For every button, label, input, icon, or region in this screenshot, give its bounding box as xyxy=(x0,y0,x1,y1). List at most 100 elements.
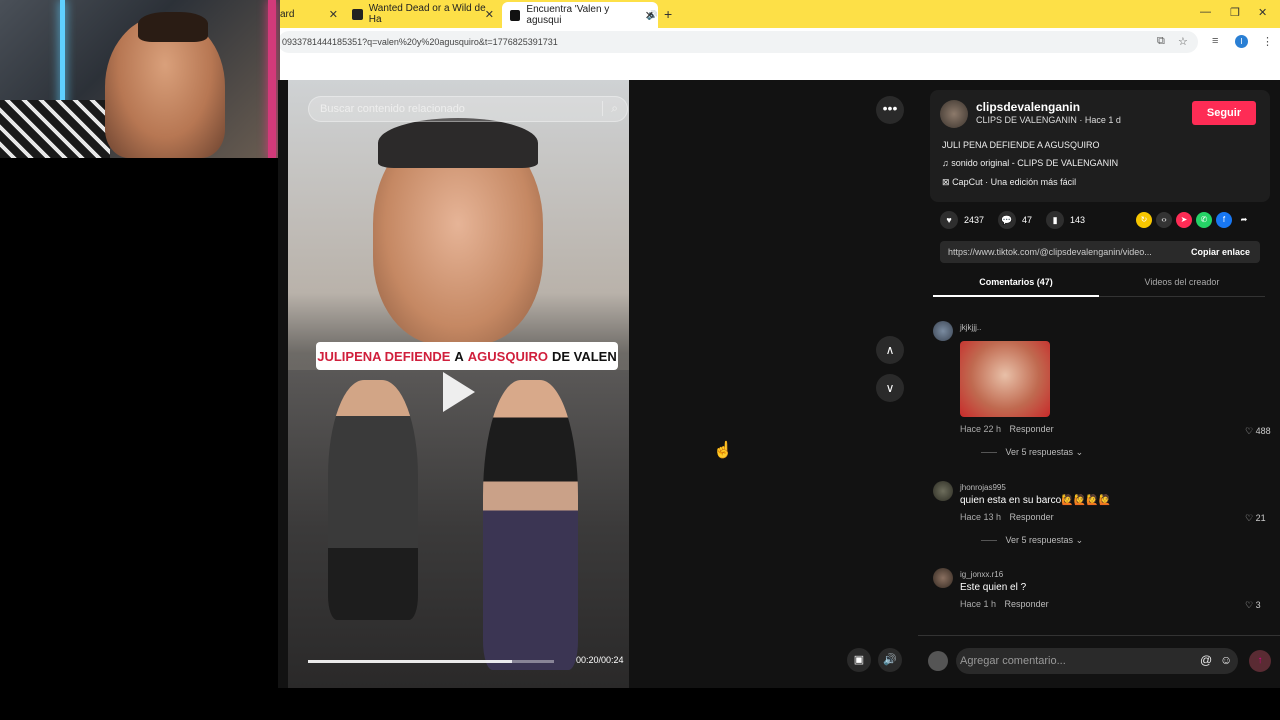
comment-button[interactable]: 💬 47 xyxy=(998,211,1032,229)
view-replies-label: Ver 5 respuestas xyxy=(1005,447,1074,457)
like-button[interactable]: ♥ 2437 xyxy=(940,211,984,229)
comment-avatar[interactable] xyxy=(933,481,953,501)
reply-button[interactable]: Responder xyxy=(1005,599,1049,609)
profile-avatar[interactable]: I xyxy=(1235,35,1248,48)
follow-button[interactable]: Seguir xyxy=(1192,101,1256,125)
tab-title: Encuentra 'Valen y agusqui xyxy=(526,4,610,26)
send-comment-button[interactable]: ↑ xyxy=(1249,650,1271,672)
browser-tab-active[interactable]: Encuentra 'Valen y agusqui 🔊 ✕ xyxy=(502,2,658,28)
view-replies-button[interactable]: Ver 5 respuestas ⌄ xyxy=(981,447,1084,458)
music-note-icon: ♫ xyxy=(942,158,949,168)
author-username[interactable]: clipsdevalenganin xyxy=(976,100,1080,114)
progress-bar-track[interactable] xyxy=(512,660,554,663)
details-panel: clipsdevalenganin CLIPS DE VALENGANIN · … xyxy=(918,80,1280,688)
favicon-icon xyxy=(352,8,363,20)
active-tab-indicator xyxy=(933,295,1099,297)
reply-button[interactable]: Responder xyxy=(1010,512,1054,522)
restore-icon[interactable]: ❐ xyxy=(1230,6,1240,19)
repost-icon[interactable]: ↻ xyxy=(1136,212,1152,228)
browser-tab[interactable]: Wanted Dead or a Wild de Ha ✕ xyxy=(344,3,498,25)
music-link[interactable]: ♫ sonido original - CLIPS DE VALENGANIN xyxy=(942,158,1118,168)
share-arrow-icon[interactable]: ➦ xyxy=(1236,212,1252,228)
play-icon[interactable] xyxy=(443,372,475,412)
comment-like[interactable]: ♡ 3 xyxy=(1245,600,1261,611)
tab-close-icon[interactable]: ✕ xyxy=(645,9,654,22)
video-link-box[interactable]: https://www.tiktok.com/@clipsdevalengani… xyxy=(940,241,1260,263)
engagement-stats: ♥ 2437 💬 47 ▮ 143 xyxy=(940,211,1099,229)
bookmark-star-icon[interactable]: ☆ xyxy=(1178,35,1188,48)
chevron-down-icon: ⌄ xyxy=(1075,447,1084,457)
tab-creator-videos[interactable]: Videos del creador xyxy=(1099,277,1265,287)
url-field[interactable]: 0933781444185351?q=valen%20y%20agusquiro… xyxy=(278,31,1198,53)
comment-username[interactable]: jhonrojas995 xyxy=(960,483,1006,492)
capcut-link[interactable]: ⊠ CapCut · Una edición más fácil xyxy=(942,177,1076,188)
profile-initial: I xyxy=(1240,37,1243,46)
reply-button[interactable]: Responder xyxy=(1010,424,1054,434)
author-avatar[interactable] xyxy=(940,100,968,128)
close-window-icon[interactable]: ✕ xyxy=(1258,6,1267,19)
url-text: 0933781444185351?q=valen%20y%20agusquiro… xyxy=(282,37,558,47)
bottom-bar xyxy=(0,688,1280,720)
video-caption-overlay: JULIPENA DEFIENDE A AGUSQUIRO DE VALEN xyxy=(316,342,618,370)
comment-avatar[interactable] xyxy=(933,568,953,588)
mention-icon[interactable]: @ xyxy=(1200,653,1212,667)
comment-like[interactable]: ♡ 488 xyxy=(1245,426,1271,437)
save-count: 143 xyxy=(1070,215,1086,225)
comment-input[interactable]: Agregar comentario... xyxy=(956,648,1238,674)
timecode: 00:20/00:24 xyxy=(576,655,624,665)
music-title: sonido original - CLIPS DE VALENGANIN xyxy=(951,158,1119,168)
search-icon[interactable]: ⌕ xyxy=(602,101,618,116)
view-replies-button[interactable]: Ver 5 respuestas ⌄ xyxy=(981,535,1084,546)
author-subtitle: CLIPS DE VALENGANIN · Hace 1 d xyxy=(976,115,1121,125)
video-description: JULI PENA DEFIENDE A AGUSQUIRO xyxy=(942,140,1100,150)
new-tab-button[interactable]: + xyxy=(664,6,672,22)
embed-icon[interactable]: ‹› xyxy=(1156,212,1172,228)
next-video-button[interactable]: ∨ xyxy=(876,374,904,402)
heart-outline-icon: ♡ xyxy=(1245,513,1254,523)
tab-close-icon[interactable]: ✕ xyxy=(485,8,494,21)
menu-kebab-icon[interactable]: ⋮ xyxy=(1262,35,1273,48)
user-avatar xyxy=(928,651,948,671)
comment-item: ig_jonxx.r16 Este quien el ? Hace 1 h Re… xyxy=(933,568,1273,612)
comment-text: Este quien el ? xyxy=(960,582,1027,593)
facebook-icon[interactable]: f xyxy=(1216,212,1232,228)
media-controls-icon[interactable]: ≡ xyxy=(1212,35,1218,47)
minimize-icon[interactable]: — xyxy=(1200,6,1211,18)
mouse-cursor-icon: ☝ xyxy=(713,442,733,459)
send-icon[interactable]: ➤ xyxy=(1176,212,1192,228)
comment-item: jkjkjjj.. Hace 22 h Responder ♡ 488 Ver … xyxy=(933,321,1273,461)
volume-icon[interactable]: 🔊 xyxy=(878,648,902,672)
comment-avatar[interactable] xyxy=(933,321,953,341)
author-card: clipsdevalenganin CLIPS DE VALENGANIN · … xyxy=(930,90,1270,202)
comment-username[interactable]: jkjkjjj.. xyxy=(960,323,981,332)
emoji-icon[interactable]: ☺ xyxy=(1220,653,1232,667)
save-button[interactable]: ▮ 143 xyxy=(1046,211,1085,229)
caption-part: AGUSQUIRO xyxy=(467,348,548,364)
video-person-woman xyxy=(483,380,578,670)
bed xyxy=(0,100,110,158)
neon-light-pink xyxy=(268,0,276,158)
related-search-input[interactable]: Buscar contenido relacionado ⌕ xyxy=(308,96,628,122)
video-player[interactable]: Buscar contenido relacionado ⌕ JULIPENA … xyxy=(288,80,629,688)
more-options-button[interactable]: ••• xyxy=(876,96,904,124)
whatsapp-icon[interactable]: ✆ xyxy=(1196,212,1212,228)
caption-part: A xyxy=(454,348,464,364)
tab-title: ard xyxy=(280,8,295,20)
install-app-icon[interactable]: ⧉ xyxy=(1157,35,1165,48)
heart-icon: ♥ xyxy=(940,211,958,229)
comment-like[interactable]: ♡ 21 xyxy=(1245,513,1266,524)
heart-outline-icon: ♡ xyxy=(1245,600,1254,610)
comment-username[interactable]: ig_jonxx.r16 xyxy=(960,570,1003,579)
video-person-man xyxy=(328,380,418,620)
search-placeholder: Buscar contenido relacionado xyxy=(320,103,465,115)
browser-tab[interactable]: ard ✕ xyxy=(280,4,342,24)
previous-video-button[interactable]: ∧ xyxy=(876,336,904,364)
pip-icon[interactable]: ▣ xyxy=(847,648,871,672)
comment-sticker-image xyxy=(960,341,1050,417)
comment-composer: Agregar comentario... @ ☺ ↑ xyxy=(918,635,1280,688)
progress-bar-filled[interactable] xyxy=(308,660,512,663)
tab-close-icon[interactable]: ✕ xyxy=(329,8,338,21)
copy-link-button[interactable]: Copiar enlace xyxy=(1191,247,1250,257)
tab-comments[interactable]: Comentarios (47) xyxy=(933,277,1099,287)
capcut-label: CapCut · Una edición más fácil xyxy=(952,177,1077,187)
